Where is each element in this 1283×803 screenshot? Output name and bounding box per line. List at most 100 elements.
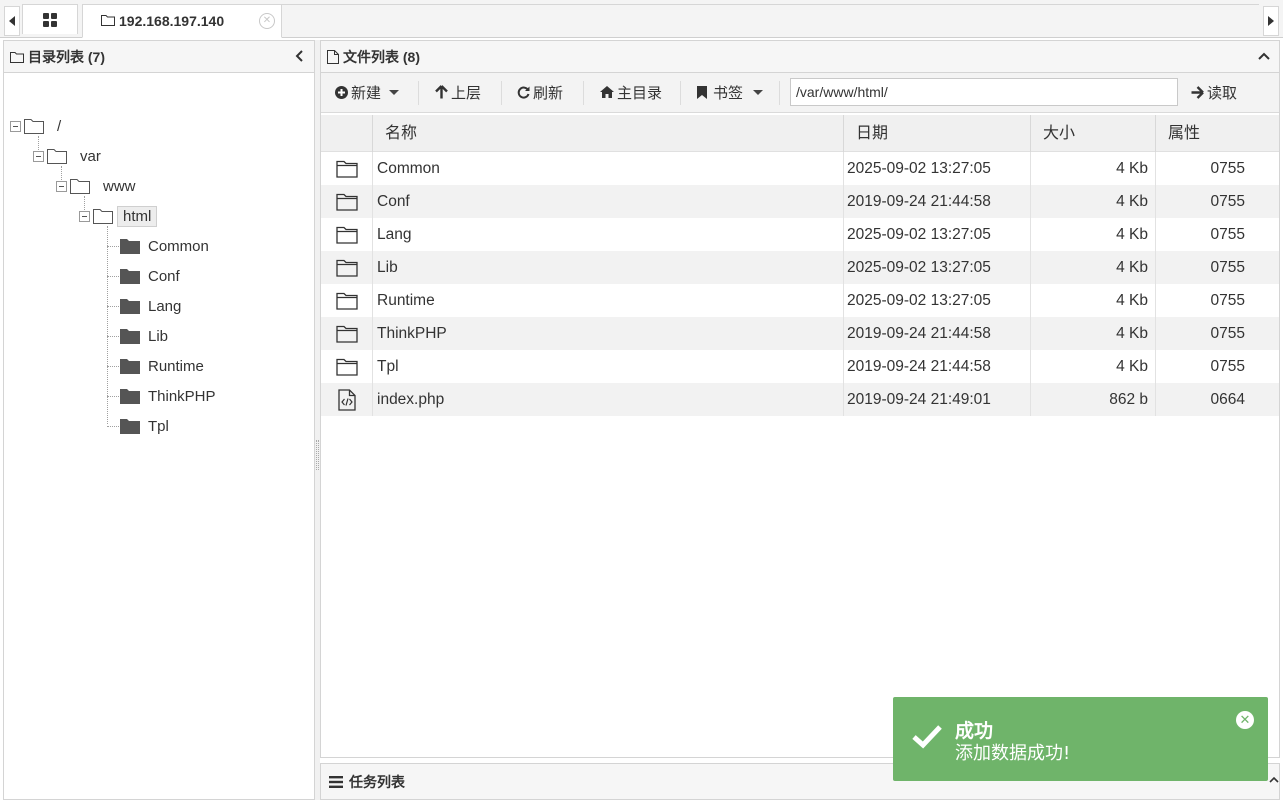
tree-node-var[interactable]: var bbox=[33, 144, 106, 168]
refresh-label: 刷新 bbox=[533, 84, 564, 102]
home-dir-button[interactable]: 主目录 bbox=[600, 77, 662, 107]
tab-close-icon[interactable]: ✕ bbox=[259, 13, 275, 29]
tree-node-label: Common bbox=[148, 237, 209, 255]
file-row[interactable]: Tpl 2019-09-24 21:44:58 4 Kb 0755 bbox=[321, 350, 1279, 383]
bookmark-dropdown-button[interactable]: 书签 bbox=[697, 77, 764, 107]
new-dropdown-button[interactable]: 新建 bbox=[335, 77, 400, 107]
folder-outline-icon bbox=[10, 51, 24, 63]
column-header-date[interactable]: 日期 bbox=[843, 115, 1030, 152]
refresh-button[interactable]: 刷新 bbox=[517, 77, 563, 107]
file-panel-title: 文件列表 (8) bbox=[343, 48, 420, 65]
file-row[interactable]: Runtime 2025-09-02 13:27:05 4 Kb 0755 bbox=[321, 284, 1279, 317]
tree-node-html[interactable]: html bbox=[79, 204, 158, 228]
tree-node-label: Conf bbox=[148, 267, 180, 285]
splitter-grip-icon[interactable] bbox=[316, 440, 319, 470]
file-date: 2025-09-02 13:27:05 bbox=[847, 259, 991, 276]
tree-node-lang[interactable]: Lang bbox=[120, 294, 181, 318]
folder-outline-icon bbox=[321, 218, 372, 251]
file-date: 2019-09-24 21:44:58 bbox=[847, 325, 991, 342]
file-toolbar: 新建 上层 刷新 主目录 书签 读取 bbox=[321, 73, 1279, 113]
tab-home-button[interactable] bbox=[22, 4, 78, 34]
tree-node-label: var bbox=[80, 147, 101, 165]
tree-node-lib[interactable]: Lib bbox=[120, 324, 168, 348]
file-row[interactable]: Common 2025-09-02 13:27:05 4 Kb 0755 bbox=[321, 152, 1279, 185]
file-row[interactable]: index.php 2019-09-24 21:49:01 862 b 0664 bbox=[321, 383, 1279, 416]
file-perm: 0755 bbox=[1210, 160, 1245, 177]
column-header-name[interactable]: 名称 bbox=[372, 115, 843, 152]
tree-node-conf[interactable]: Conf bbox=[120, 264, 180, 288]
collapse-toggle-icon[interactable] bbox=[10, 120, 21, 132]
file-perm: 0755 bbox=[1210, 193, 1245, 210]
tab-session[interactable]: 192.168.197.140 ✕ bbox=[82, 4, 282, 38]
file-date: 2019-09-24 21:49:01 bbox=[847, 391, 991, 408]
success-toast: 成功 添加数据成功! ✕ bbox=[893, 697, 1268, 781]
column-header-perm[interactable]: 属性 bbox=[1155, 115, 1279, 152]
directory-panel: 目录列表 (7) / var www html Common Conf Lang… bbox=[3, 40, 315, 800]
collapse-toggle-icon[interactable] bbox=[56, 180, 67, 192]
folder-outline-icon bbox=[321, 152, 372, 185]
tree-node-www[interactable]: www bbox=[56, 174, 141, 198]
tree-node-label: html bbox=[117, 205, 158, 227]
file-row[interactable]: Lib 2025-09-02 13:27:05 4 Kb 0755 bbox=[321, 251, 1279, 284]
collapse-up-icon[interactable] bbox=[1257, 49, 1271, 63]
read-path-button[interactable]: 读取 bbox=[1191, 77, 1237, 107]
folder-filled-icon bbox=[120, 388, 140, 404]
file-size: 4 Kb bbox=[1116, 193, 1148, 210]
file-size: 4 Kb bbox=[1116, 259, 1148, 276]
bookmark-label: 书签 bbox=[713, 84, 744, 102]
list-icon bbox=[329, 775, 343, 788]
collapse-left-icon[interactable] bbox=[292, 49, 306, 63]
directory-panel-title: 目录列表 (7) bbox=[28, 48, 105, 65]
file-name: index.php bbox=[377, 391, 445, 408]
checkmark-icon bbox=[911, 723, 943, 752]
tree-node-label: Lib bbox=[148, 327, 169, 345]
plus-circle-icon bbox=[335, 85, 348, 99]
file-name: Common bbox=[377, 160, 440, 177]
collapse-up-icon[interactable] bbox=[1269, 770, 1279, 786]
folder-outline-icon bbox=[101, 13, 115, 29]
folder-filled-icon bbox=[120, 268, 140, 284]
path-input[interactable] bbox=[790, 78, 1178, 106]
file-date: 2019-09-24 21:44:58 bbox=[847, 193, 991, 210]
caret-left-icon bbox=[9, 16, 15, 26]
directory-panel-header: 目录列表 (7) bbox=[4, 41, 314, 73]
home-dir-label: 主目录 bbox=[617, 84, 663, 102]
folder-outline-icon bbox=[47, 148, 67, 164]
folder-filled-icon bbox=[120, 358, 140, 374]
folder-outline-icon bbox=[70, 178, 90, 194]
file-date: 2025-09-02 13:27:05 bbox=[847, 292, 991, 309]
file-panel: 文件列表 (8) 新建 上层 刷新 主目录 书签 /var/www/html/ … bbox=[320, 40, 1280, 758]
tree-node-common[interactable]: Common bbox=[120, 234, 209, 258]
file-row[interactable]: Lang 2025-09-02 13:27:05 4 Kb 0755 bbox=[321, 218, 1279, 251]
file-name: ThinkPHP bbox=[377, 325, 447, 342]
collapse-toggle-icon[interactable] bbox=[79, 210, 90, 222]
tree-node-root[interactable]: / bbox=[10, 114, 66, 138]
toast-close-icon[interactable]: ✕ bbox=[1236, 711, 1254, 729]
tree-node-label: www bbox=[103, 177, 136, 195]
file-date: 2019-09-24 21:44:58 bbox=[847, 358, 991, 375]
folder-filled-icon bbox=[120, 418, 140, 434]
read-path-label: 读取 bbox=[1207, 84, 1238, 102]
tree-node-thinkphp[interactable]: ThinkPHP bbox=[120, 384, 216, 408]
file-size: 4 Kb bbox=[1116, 358, 1148, 375]
tree-node-runtime[interactable]: Runtime bbox=[120, 354, 204, 378]
up-level-button[interactable]: 上层 bbox=[435, 77, 481, 107]
tree-node-label: ThinkPHP bbox=[148, 387, 216, 405]
tab-scroll-right-button[interactable] bbox=[1263, 6, 1279, 36]
toast-message: 添加数据成功! bbox=[955, 743, 1071, 764]
file-row[interactable]: Conf 2019-09-24 21:44:58 4 Kb 0755 bbox=[321, 185, 1279, 218]
file-size: 4 Kb bbox=[1116, 160, 1148, 177]
column-header-size[interactable]: 大小 bbox=[1030, 115, 1155, 152]
file-date: 2025-09-02 13:27:05 bbox=[847, 160, 991, 177]
refresh-icon bbox=[517, 86, 530, 99]
folder-outline-icon bbox=[24, 118, 44, 134]
tab-scroll-left-button[interactable] bbox=[4, 6, 20, 36]
home-icon bbox=[600, 86, 614, 98]
file-perm: 0755 bbox=[1210, 358, 1245, 375]
file-perm: 0755 bbox=[1210, 292, 1245, 309]
file-row[interactable]: ThinkPHP 2019-09-24 21:44:58 4 Kb 0755 bbox=[321, 317, 1279, 350]
tab-strip-empty bbox=[282, 4, 1259, 37]
file-perm: 0664 bbox=[1210, 391, 1245, 408]
tree-node-tpl[interactable]: Tpl bbox=[120, 414, 169, 438]
collapse-toggle-icon[interactable] bbox=[33, 150, 44, 162]
